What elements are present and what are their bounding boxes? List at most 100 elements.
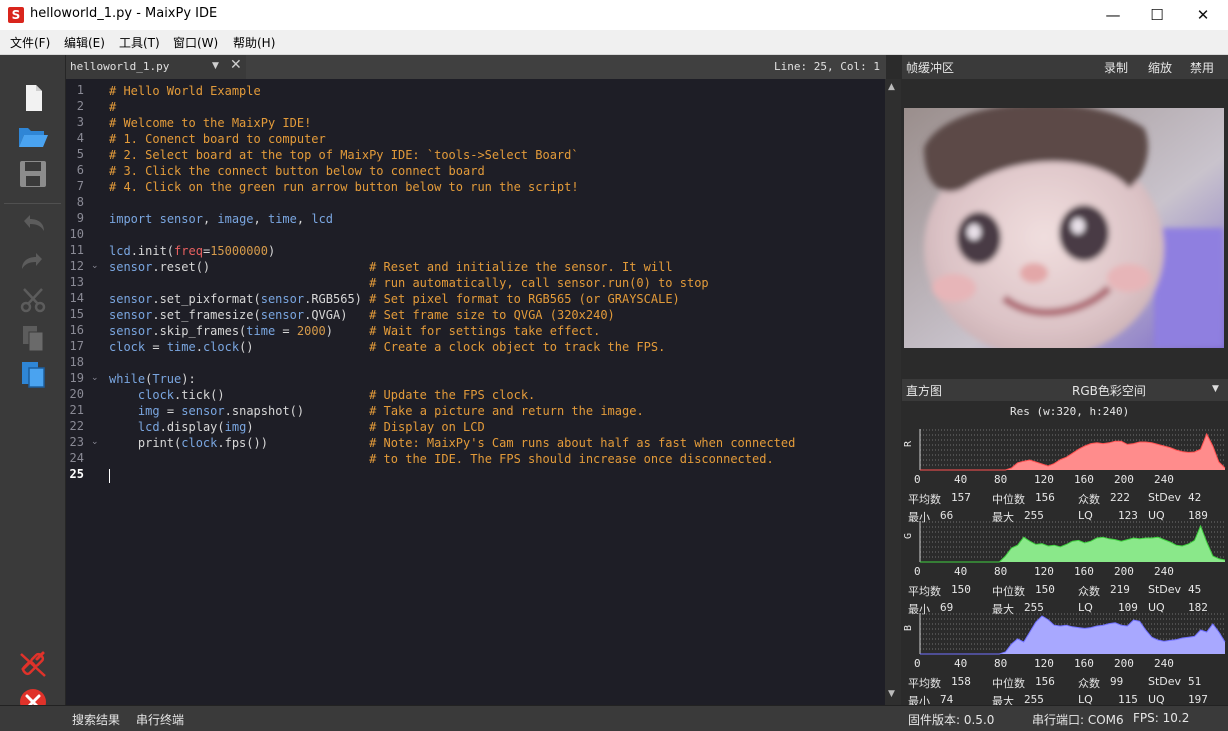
stat-value: 42 — [1188, 491, 1202, 504]
histogram-area — [920, 434, 1225, 470]
colorspace-select[interactable]: RGB色彩空间 — [1072, 382, 1146, 399]
status-bar: 搜索结果 串行终端 固件版本: 0.5.0 串行端口: COM6 FPS: 10… — [0, 705, 1228, 731]
code-line: while(True): — [109, 372, 196, 386]
fold-chevron-icon[interactable]: ⌄ — [91, 373, 99, 383]
line-number: 4 — [76, 131, 84, 145]
histogram-r-plot: R — [903, 429, 1226, 471]
code-line: sensor.skip_frames(time = 2000) # Wait f… — [109, 324, 601, 338]
cursor-position: Line: 25, Col: 1 — [774, 60, 880, 73]
title-bar: S helloworld_1.py - MaixPy IDE — ☐ ✕ — [0, 0, 1228, 30]
minimize-button[interactable]: — — [1090, 0, 1136, 30]
menu-edit[interactable]: 编辑(E) — [64, 34, 105, 51]
code-line: # to the IDE. The FPS should increase on… — [369, 452, 774, 466]
stat-value: 156 — [1035, 675, 1055, 688]
code-line: sensor.set_pixformat(sensor.RGB565) # Se… — [109, 292, 680, 306]
menu-bar: 文件(F) 编辑(E) 工具(T) 窗口(W) 帮助(H) — [0, 30, 1228, 55]
line-number: 21 — [69, 403, 84, 417]
code-line: # 3. Click the connect button below to c… — [109, 164, 485, 178]
fps-readout: FPS: 10.2 — [1133, 711, 1190, 725]
undo-icon[interactable] — [16, 209, 50, 239]
histogram-resolution: Res (w:320, h:240) — [1010, 405, 1130, 418]
chevron-down-icon[interactable]: ▼ — [1212, 384, 1219, 394]
stat-label: StDev — [1148, 583, 1182, 596]
paste-icon[interactable] — [16, 359, 50, 389]
editor-scrollbar[interactable]: ▲ ▼ — [885, 79, 901, 705]
code-line: # Welcome to the MaixPy IDE! — [109, 116, 312, 130]
stat-value: 222 — [1110, 491, 1130, 504]
line-number: 12 — [69, 259, 84, 273]
menu-tools[interactable]: 工具(T) — [119, 34, 160, 51]
left-toolbar — [0, 55, 66, 715]
stat-value: 157 — [951, 491, 971, 504]
channel-label: B — [903, 625, 914, 631]
code-line: clock = time.clock() # Create a clock ob… — [109, 340, 666, 354]
fold-chevron-icon[interactable]: ⌄ — [91, 437, 99, 447]
axis-tick-label: 240 — [1154, 657, 1174, 670]
stat-label: StDev — [1148, 491, 1182, 504]
record-button[interactable]: 录制 — [1104, 59, 1128, 76]
histogram-header: 直方图 RGB色彩空间 ▼ — [902, 379, 1228, 401]
histogram-area — [920, 616, 1225, 654]
line-number: 3 — [76, 115, 84, 129]
chevron-down-icon[interactable]: ▼ — [212, 61, 219, 71]
stat-value: 99 — [1110, 675, 1124, 688]
code-line: # 4. Click on the green run arrow button… — [109, 180, 579, 194]
code-line: clock.tick() # Update the FPS clock. — [137, 388, 536, 402]
editor-tab-label: helloworld_1.py — [70, 60, 170, 73]
app-logo-icon: S — [8, 7, 24, 23]
open-folder-icon[interactable] — [16, 121, 50, 151]
menu-help[interactable]: 帮助(H) — [233, 34, 275, 51]
zoom-button[interactable]: 缩放 — [1148, 59, 1172, 76]
fold-chevron-icon[interactable]: ⌄ — [91, 261, 99, 271]
code-editor[interactable]: # Hello World Example # # Welcome to the M… — [105, 79, 885, 705]
code-line: # Hello World Example — [109, 84, 261, 98]
histogram-panel: Res (w:320, h:240) R 0 40 80 120 160 200 240 平均数… — [902, 401, 1228, 708]
disable-button[interactable]: 禁用 — [1190, 59, 1214, 76]
cut-icon[interactable] — [16, 285, 50, 315]
line-number: 14 — [69, 291, 84, 305]
line-number: 15 — [69, 307, 84, 321]
line-number-gutter: 1 2 3 4 5 6 7 8 9 10 11 12 ⌄ 13 14 15 16 17 18 19 ⌄ 20 21 22 23 ⌄… — [66, 79, 105, 705]
code-line: lcd.display(img) # Display on LCD — [137, 420, 485, 434]
menu-window[interactable]: 窗口(W) — [173, 34, 218, 51]
stat-value: 219 — [1110, 583, 1130, 596]
menu-file[interactable]: 文件(F) — [10, 34, 50, 51]
code-line: # — [109, 100, 117, 114]
histogram-title: 直方图 — [906, 384, 943, 398]
axis-tick-label: 120 — [1034, 473, 1054, 486]
line-number: 13 — [69, 275, 84, 289]
axis-tick-label: 0 — [914, 565, 921, 578]
redo-icon[interactable] — [16, 247, 50, 277]
stat-label: 众数 — [1078, 677, 1100, 690]
serial-terminal-tab[interactable]: 串行终端 — [136, 711, 184, 728]
code-line: print(clock.fps()) # Note: MaixPy's Cam … — [109, 436, 796, 450]
axis-tick-label: 80 — [994, 473, 1008, 486]
line-number: 22 — [69, 419, 84, 433]
histogram-g-plot: G — [903, 521, 1226, 563]
axis-tick-label: 40 — [954, 657, 968, 670]
save-icon[interactable] — [16, 159, 50, 189]
stat-label: 众数 — [1078, 585, 1100, 598]
line-number: 16 — [69, 323, 84, 337]
disconnect-icon[interactable] — [16, 649, 50, 679]
line-number: 19 — [69, 371, 84, 385]
histogram-area — [920, 526, 1225, 562]
code-line: # 2. Select board at the top of MaixPy I… — [109, 148, 579, 162]
editor-tab[interactable]: helloworld_1.py ▼ ✕ — [66, 55, 246, 79]
stat-label: 中位数 — [992, 585, 1025, 598]
close-tab-icon[interactable]: ✕ — [230, 57, 242, 73]
channel-label: G — [903, 533, 914, 539]
line-number: 20 — [69, 387, 84, 401]
scroll-down-icon[interactable]: ▼ — [888, 689, 895, 699]
maximize-button[interactable]: ☐ — [1134, 0, 1180, 30]
axis-tick-label: 160 — [1074, 565, 1094, 578]
new-file-icon[interactable] — [16, 83, 50, 113]
copy-icon[interactable] — [16, 323, 50, 353]
channel-label: R — [903, 440, 914, 447]
search-results-tab[interactable]: 搜索结果 — [72, 711, 120, 728]
scroll-up-icon[interactable]: ▲ — [888, 82, 895, 92]
line-number: 2 — [76, 99, 84, 113]
line-number: 8 — [76, 195, 84, 209]
close-button[interactable]: ✕ — [1180, 0, 1226, 30]
line-number: 25 — [69, 467, 84, 481]
